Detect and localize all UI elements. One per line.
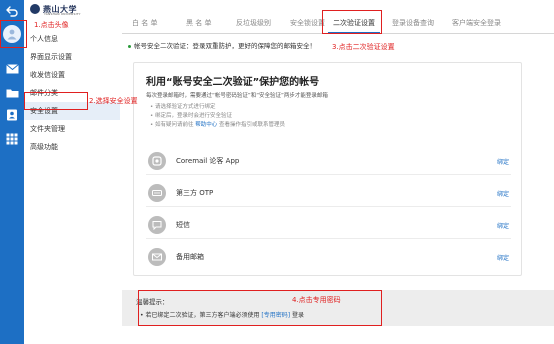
annotation-box-app-password xyxy=(138,290,382,326)
bind-app-link[interactable]: 绑定 xyxy=(497,157,509,166)
logo-emblem-icon xyxy=(30,4,40,14)
method-row-sms: 短信 绑定 xyxy=(146,211,511,239)
nav-item-mail-settings[interactable]: 收发信设置 xyxy=(24,66,120,84)
method-row-app: Coremail 论客 App 绑定 xyxy=(146,147,511,175)
annotation-box-two-factor-tab xyxy=(322,10,382,34)
tab-client-login[interactable]: 客户端安全登录 xyxy=(452,12,501,34)
nav-item-advanced[interactable]: 高级功能 xyxy=(24,138,120,156)
tab-blacklist[interactable]: 黑 名 单 xyxy=(186,12,211,34)
method-label: 第三方 OTP xyxy=(176,189,214,197)
bind-sms-link[interactable]: 绑定 xyxy=(497,221,509,230)
nav-item-display-settings[interactable]: 界面显示设置 xyxy=(24,48,120,66)
tab-security-lock[interactable]: 安全锁设置 xyxy=(290,12,325,34)
bind-otp-link[interactable]: 绑定 xyxy=(497,189,509,198)
app-icon xyxy=(148,152,166,170)
security-notice: 帐号安全二次验证：登录双重防护，更好的保障您的邮箱安全！ xyxy=(128,40,316,50)
annotation-step-1: 1.点击头像 xyxy=(34,21,69,29)
method-row-otp: 第三方 OTP 绑定 xyxy=(146,179,511,207)
method-label: Coremail 论客 App xyxy=(176,157,240,165)
tip-item-help: 如有疑问请前往 帮助中心 查看操作指引或联系管理员 xyxy=(150,121,285,130)
annotation-step-4: 4.点击专用密码 xyxy=(292,296,341,304)
annotation-step-2: 2.选择安全设置 xyxy=(89,97,138,105)
bind-backup-mail-link[interactable]: 绑定 xyxy=(497,253,509,262)
notice-text: 帐号安全二次验证：登录双重防护，更好的保障您的邮箱安全！ xyxy=(134,42,316,50)
tip-help-suffix: 查看操作指引或联系管理员 xyxy=(219,122,286,128)
card-description: 每次登录邮箱时，需要通过“帐号密码验证”和“安全验证”两步才能登录邮箱 xyxy=(146,93,328,99)
otp-icon xyxy=(148,184,166,202)
annotation-box-avatar xyxy=(0,20,27,48)
contacts-icon[interactable] xyxy=(0,108,24,122)
back-icon[interactable] xyxy=(0,2,24,20)
method-label: 备用邮箱 xyxy=(176,253,204,261)
app-rail xyxy=(0,0,24,344)
tab-spam-level[interactable]: 反垃圾级别 xyxy=(236,12,271,34)
logo-subtitle: YANSHAN UNIVERSITY xyxy=(44,12,81,16)
tab-login-devices[interactable]: 登录设备查询 xyxy=(392,12,434,34)
method-label: 短信 xyxy=(176,221,190,229)
annotation-step-3: 3.点击二次验证设置 xyxy=(332,43,395,51)
tip-item: 请选择验证方式进行绑定 xyxy=(150,103,285,112)
mailbox-icon xyxy=(148,248,166,266)
tip-item: 绑定后，登录时会进行安全验证 xyxy=(150,112,285,121)
mail-icon[interactable] xyxy=(0,62,24,76)
nav-item-personal-info[interactable]: 个人信息 xyxy=(24,30,120,48)
help-center-link[interactable]: 帮助中心 xyxy=(195,122,217,128)
tab-whitelist[interactable]: 白 名 单 xyxy=(132,12,157,34)
nav-item-folders[interactable]: 文件夹管理 xyxy=(24,120,120,138)
sms-icon xyxy=(148,216,166,234)
method-row-backup-mail: 备用邮箱 绑定 xyxy=(146,243,511,271)
annotation-box-security xyxy=(24,92,88,110)
card-title: 利用“账号安全二次验证”保护您的帐号 xyxy=(146,77,320,88)
apps-icon[interactable] xyxy=(0,132,24,146)
tips-list: 请选择验证方式进行绑定 绑定后，登录时会进行安全验证 如有疑问请前往 帮助中心 … xyxy=(150,103,285,130)
tip-help-prefix: 如有疑问请前往 xyxy=(155,122,194,128)
success-dot-icon xyxy=(128,44,131,48)
two-factor-card: 利用“账号安全二次验证”保护您的帐号 每次登录邮箱时，需要通过“帐号密码验证”和… xyxy=(133,62,522,276)
folder-icon[interactable] xyxy=(0,86,24,100)
